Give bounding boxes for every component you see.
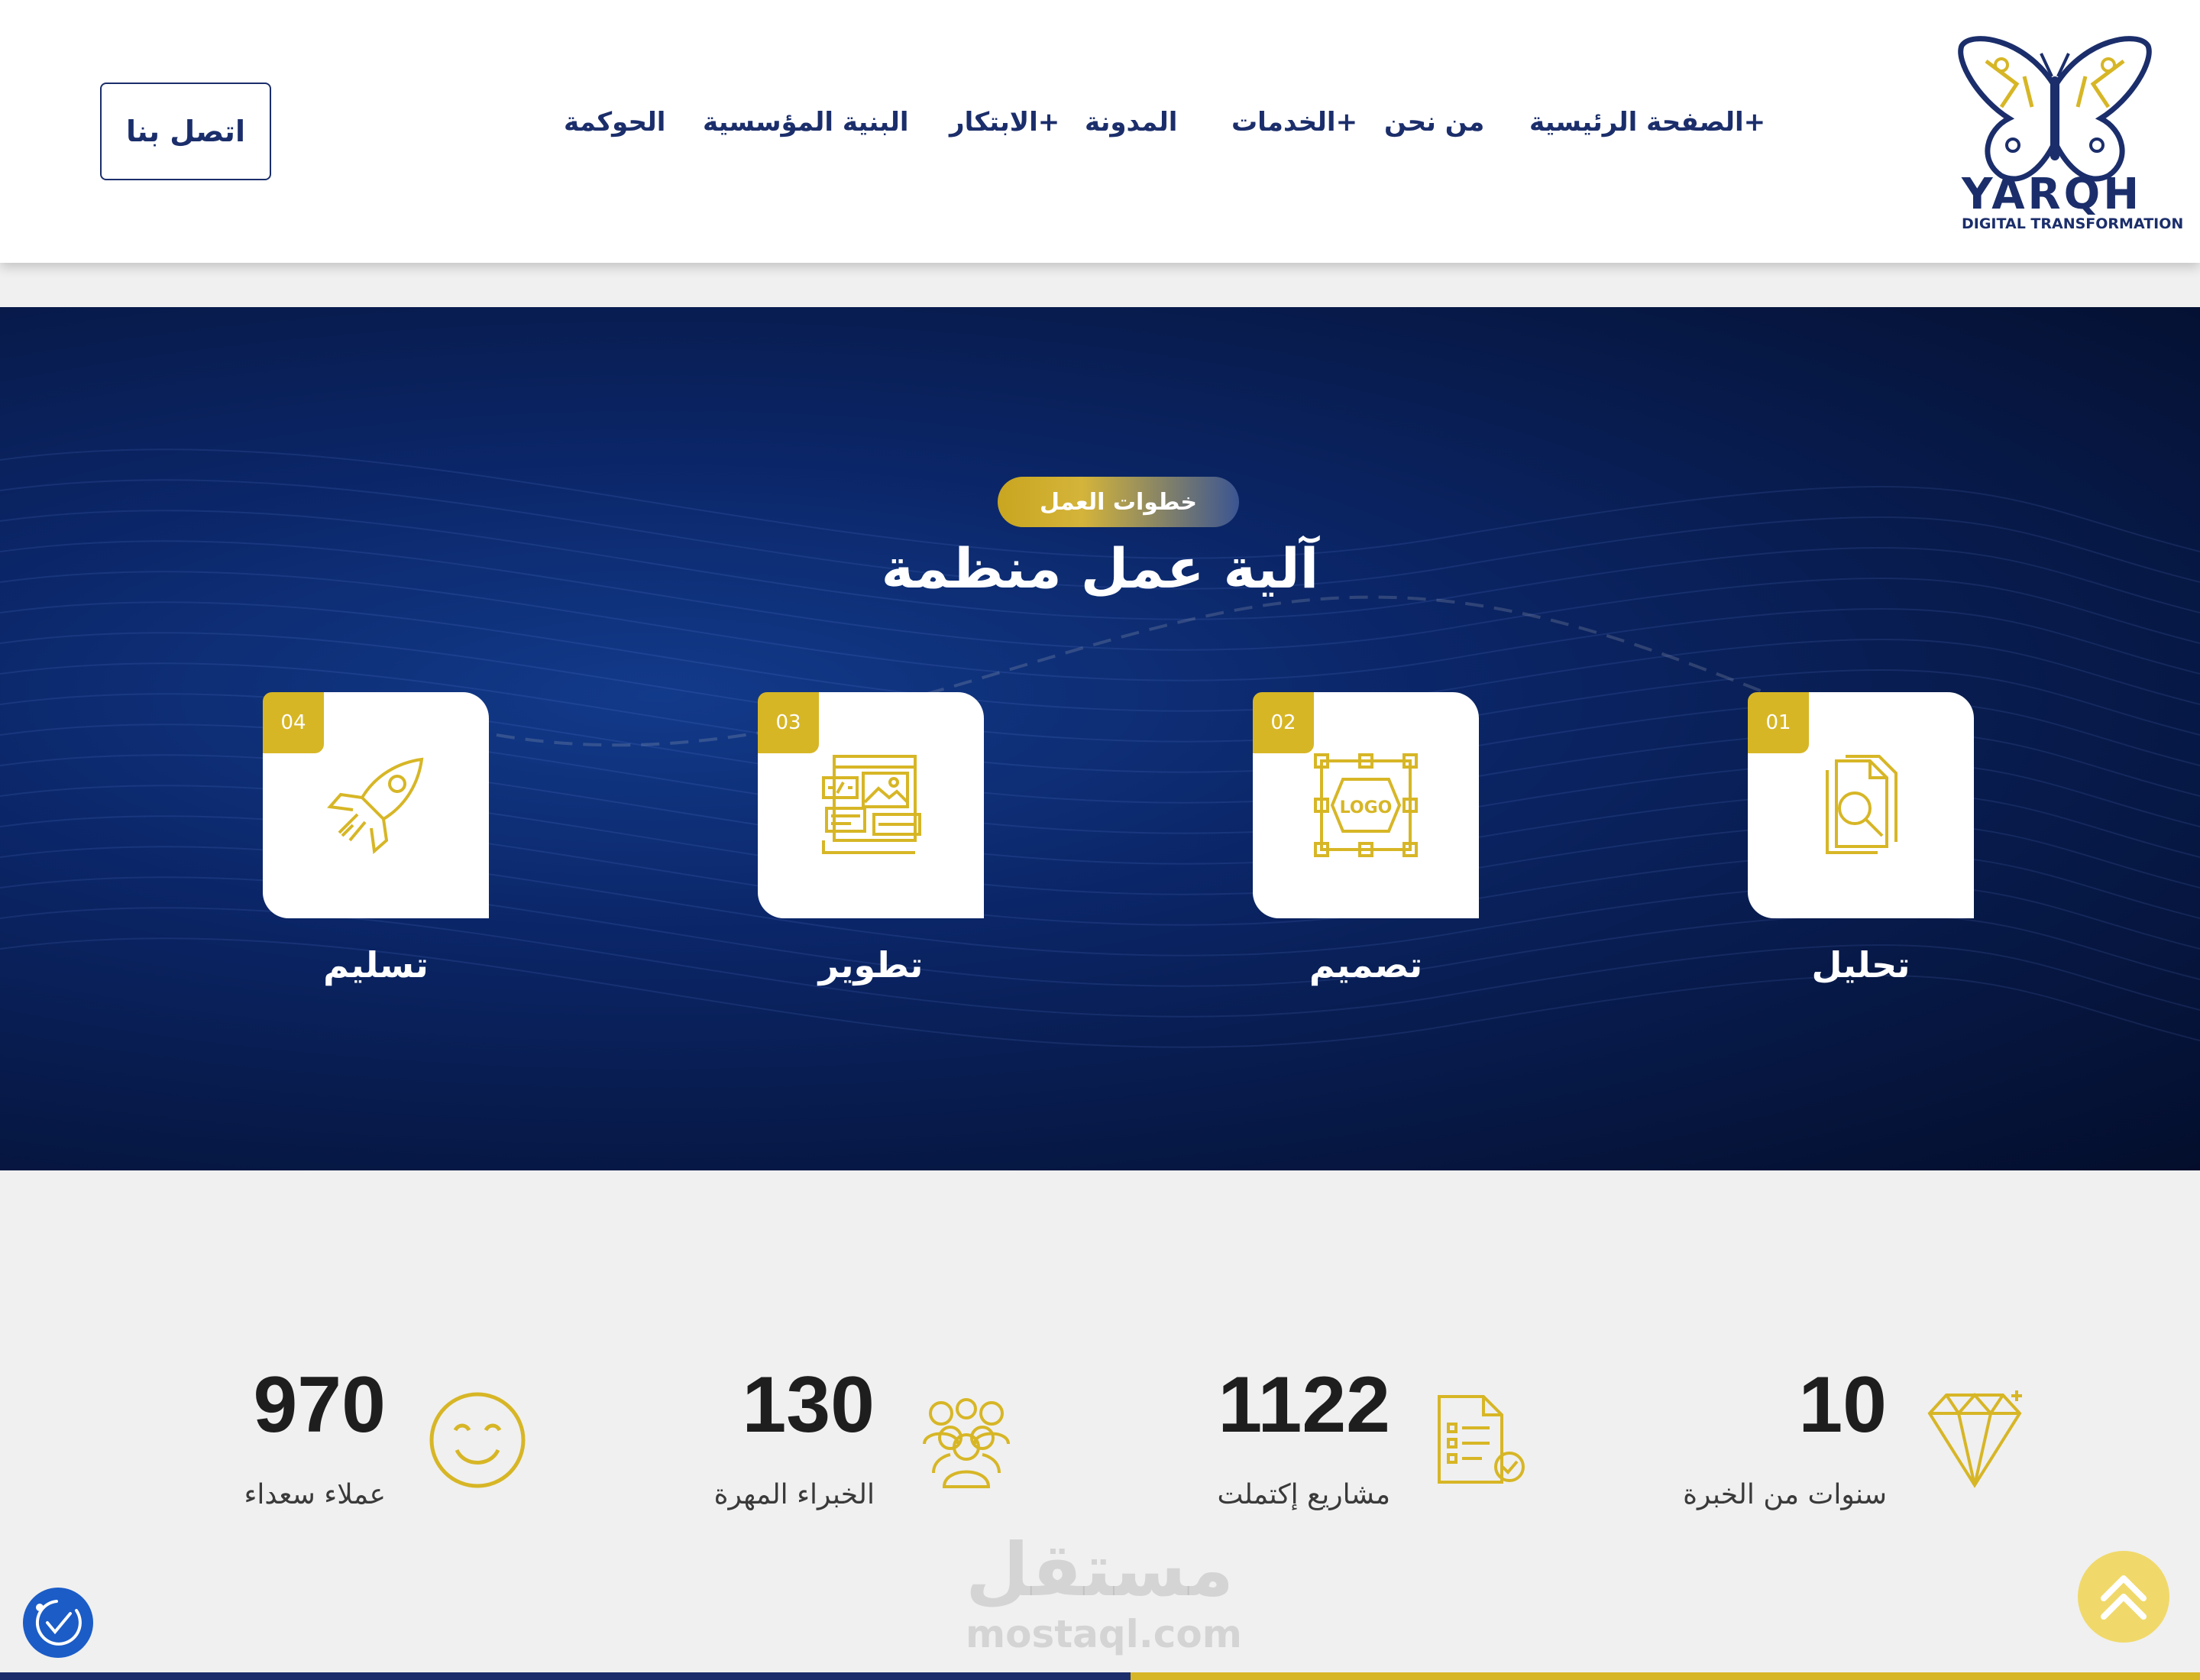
step-label-delivery: تسليم — [323, 944, 429, 986]
document-search-icon — [1826, 755, 1897, 854]
nav-item-services[interactable]: الخدمات+ — [1231, 107, 1357, 138]
step-number: 02 — [1253, 692, 1314, 753]
bottom-bar-navy — [0, 1672, 1131, 1680]
scroll-to-top-button[interactable] — [2078, 1551, 2169, 1643]
brand-name: YARQH — [1962, 170, 2143, 219]
smiley-icon — [429, 1392, 526, 1488]
stat-label-experience: سنوات من الخبرة — [1683, 1479, 1887, 1510]
contact-button[interactable]: اتصل بنا — [100, 83, 271, 180]
process-section: خطوات العمل آلية عمل منظمة 01 تحليل 02 L… — [0, 307, 2200, 1170]
logo-design-icon: LOGO — [1314, 753, 1418, 857]
nav-item-innovation[interactable]: الابتكار+ — [950, 107, 1060, 138]
step-label-design: تصميم — [1309, 944, 1423, 986]
step-number: 01 — [1748, 692, 1809, 753]
bottom-bar-gold — [1131, 1672, 2200, 1680]
stat-label-projects: مشاريع إكتملت — [1217, 1479, 1390, 1510]
step-card-analysis: 01 — [1748, 692, 1974, 918]
watermark-arabic: مستقل — [966, 1527, 1234, 1613]
site-header: YARQH DIGITAL TRANSFORMATION الصفحة الرئ… — [0, 0, 2200, 263]
checklist-icon — [1438, 1395, 1525, 1484]
web-development-icon — [822, 755, 921, 854]
svg-text:LOGO: LOGO — [1340, 798, 1393, 817]
step-card-development: 03 — [758, 692, 984, 918]
accessibility-button[interactable] — [23, 1588, 93, 1658]
team-icon — [923, 1398, 1010, 1488]
nav-item-blog[interactable]: المدونة — [1085, 107, 1177, 138]
nav-item-governance[interactable]: الحوكمة — [564, 107, 665, 138]
step-card-design: 02 LOGO — [1253, 692, 1479, 918]
stat-value-experts: 130 — [742, 1361, 875, 1449]
stat-label-clients: عملاء سعداء — [244, 1479, 386, 1510]
accessibility-check-icon — [35, 1600, 82, 1646]
double-chevron-up-icon — [2101, 1575, 2147, 1620]
step-number: 03 — [758, 692, 819, 753]
stat-value-experience: 10 — [1798, 1361, 1887, 1449]
nav-item-about[interactable]: من نحن — [1384, 107, 1484, 138]
step-label-analysis: تحليل — [1811, 944, 1910, 986]
brand-tagline: DIGITAL TRANSFORMATION — [1962, 215, 2184, 232]
process-badge: خطوات العمل — [998, 477, 1239, 527]
watermark-latin: mostaql.com — [966, 1612, 1242, 1656]
step-number: 04 — [263, 692, 324, 753]
nav-item-home[interactable]: الصفحة الرئيسية+ — [1529, 107, 1765, 138]
diamond-icon — [1927, 1390, 2022, 1488]
nav-item-enterprise-architecture[interactable]: البنية المؤسسية — [703, 107, 909, 138]
process-title: آلية عمل منظمة — [881, 536, 1319, 600]
stat-value-projects: 1122 — [1218, 1361, 1390, 1449]
step-card-delivery: 04 — [263, 692, 489, 918]
stat-value-clients: 970 — [253, 1361, 386, 1449]
step-label-development: تطوير — [818, 944, 924, 986]
rocket-icon — [327, 757, 424, 854]
stat-label-experts: الخبراء المهرة — [713, 1479, 875, 1510]
watermark: مستقل mostaql.com — [966, 1527, 1242, 1656]
